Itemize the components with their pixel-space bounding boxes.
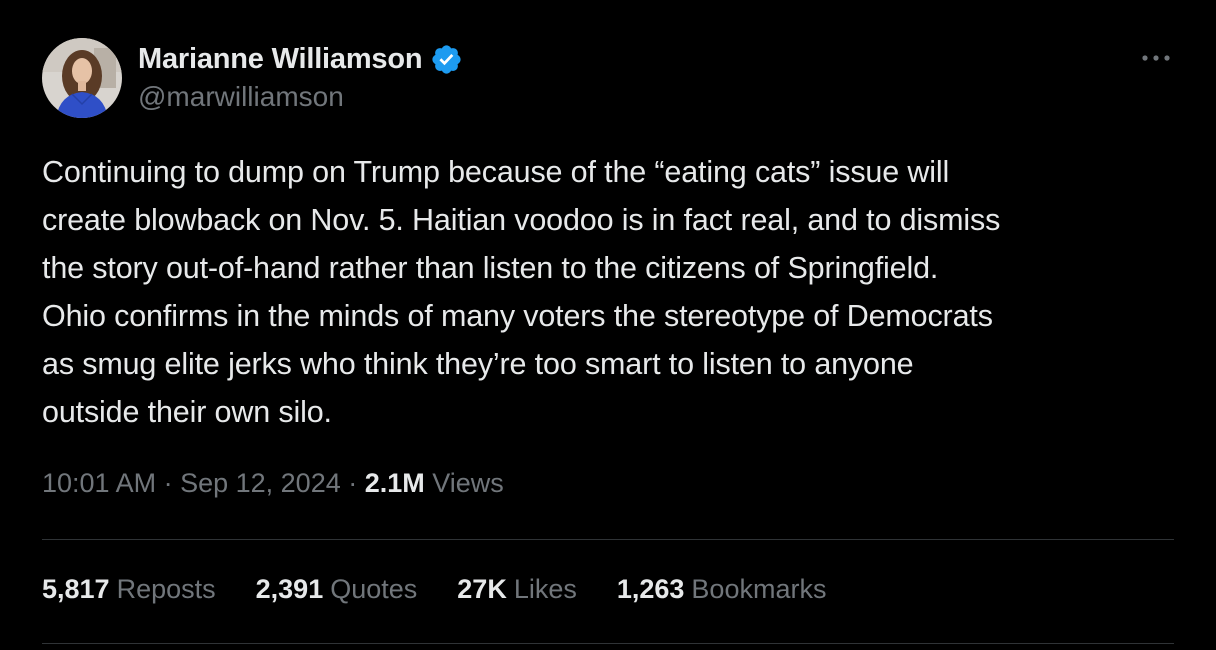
quotes-stat[interactable]: 2,391 Quotes [256,574,418,605]
more-options-button[interactable] [1134,43,1178,73]
views-count: 2.1M [364,468,425,498]
tweet-date[interactable]: Sep 12, 2024 [180,468,341,498]
likes-label: Likes [513,574,577,604]
tweet-text: Continuing to dump on Trump because of t… [42,155,1001,429]
reposts-stat[interactable]: 5,817 Reposts [42,574,216,605]
verified-badge-icon[interactable] [430,43,463,76]
bookmarks-count: 1,263 [616,574,685,604]
quotes-count: 2,391 [255,574,324,604]
quotes-label: Quotes [330,574,418,604]
divider [42,539,1174,540]
likes-count: 27K [457,574,507,604]
avatar[interactable] [42,38,122,118]
display-name[interactable]: Marianne Williamson [138,43,423,76]
reposts-label: Reposts [116,574,216,604]
divider [42,643,1174,644]
tweet-card: Marianne Williamson @marwilliamson Conti… [0,0,1216,650]
meta-separator: · [340,468,365,498]
author-handle[interactable]: @marwilliamson [138,81,463,113]
likes-stat[interactable]: 27K Likes [457,574,577,605]
tweet-time[interactable]: 10:01 AM [42,468,156,498]
views-label: Views [424,468,504,498]
name-row: Marianne Williamson [138,40,463,78]
profile-photo [42,38,122,118]
tweet-meta: 10:01 AM · Sep 12, 2024 · 2.1M Views [42,468,504,499]
meta-separator: · [156,468,181,498]
author-info: Marianne Williamson @marwilliamson [138,40,463,113]
more-horizontal-icon [1142,55,1170,61]
bookmarks-stat[interactable]: 1,263 Bookmarks [617,574,827,605]
bookmarks-label: Bookmarks [691,574,827,604]
reposts-count: 5,817 [42,574,110,604]
engagement-stats: 5,817 Reposts 2,391 Quotes 27K Likes 1,263 B… [42,574,866,605]
